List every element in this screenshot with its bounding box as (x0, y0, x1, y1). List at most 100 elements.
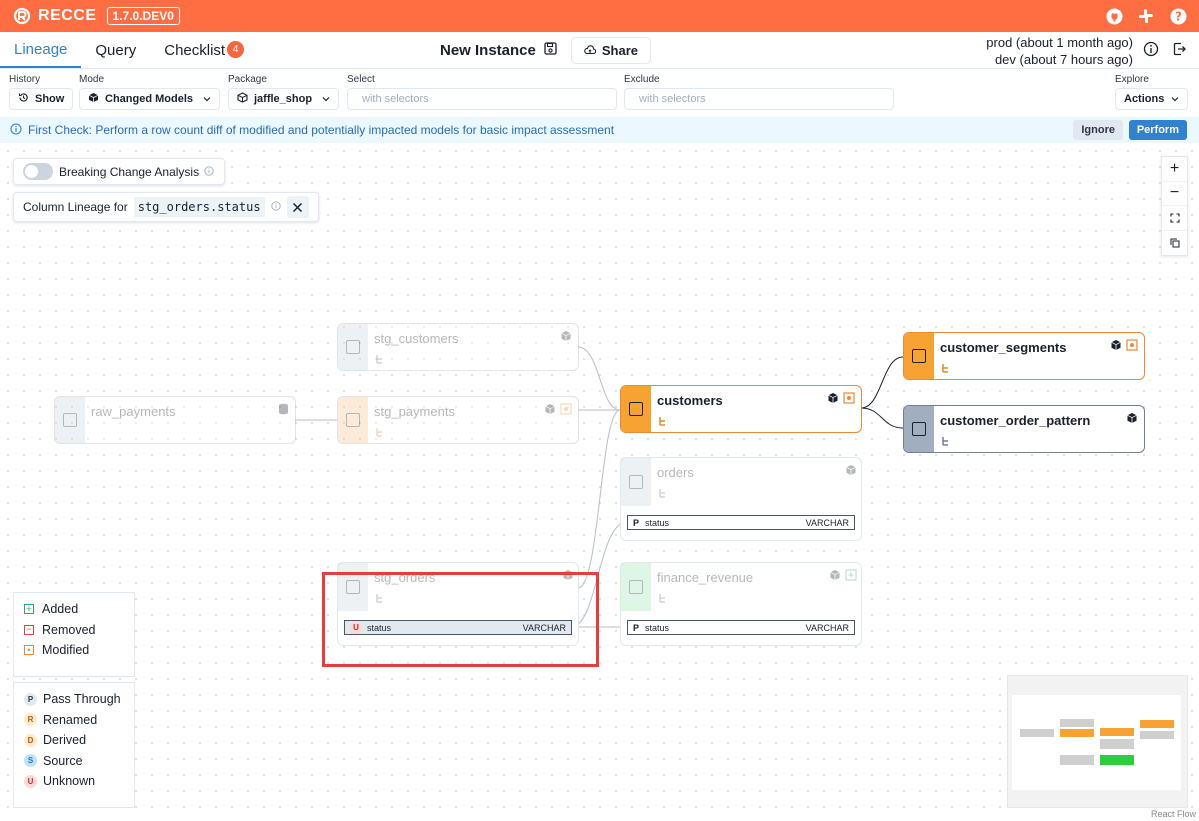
legend-label: Removed (42, 622, 96, 637)
cube-icon (560, 330, 572, 345)
cube-icon (827, 392, 839, 407)
column-type: VARCHAR (805, 622, 849, 633)
node-checkbox[interactable] (629, 475, 643, 489)
column-row[interactable]: P status VARCHAR (627, 620, 855, 635)
minimap-node (1100, 728, 1134, 736)
node-checkbox[interactable] (346, 340, 360, 354)
legend-item-pass-through: P Pass Through (24, 689, 124, 710)
node-stg-payments[interactable]: stg_payments (337, 396, 579, 444)
added-icon (845, 569, 857, 584)
breaking-change-panel: Breaking Change Analysis (13, 158, 225, 185)
node-name: customers (657, 393, 723, 408)
node-strip (338, 324, 368, 370)
node-checkbox[interactable] (629, 580, 643, 594)
node-name: customer_order_pattern (940, 413, 1091, 428)
column-type: VARCHAR (805, 517, 849, 528)
legend-item-renamed: R Renamed (24, 710, 124, 731)
node-icons (829, 569, 857, 584)
node-orders[interactable]: orders P status VARCHAR (620, 457, 862, 541)
minimap-node (1020, 729, 1054, 737)
zoom-controls: + − (1161, 156, 1188, 256)
cube-icon (845, 464, 857, 479)
legend-label: Derived (43, 733, 87, 748)
node-name: stg_customers (374, 331, 459, 346)
minimap-node (1140, 731, 1174, 739)
zoom-out-icon[interactable]: − (1162, 182, 1187, 206)
legend-item-unknown: U Unknown (24, 771, 124, 792)
minimap-viewport (1012, 695, 1181, 790)
legend-item-derived: D Derived (24, 730, 124, 751)
node-customer-segments[interactable]: customer_segments (903, 332, 1145, 380)
column-lineage-panel: Column Lineage for stg_orders.status (13, 192, 319, 222)
minimap-node (1060, 729, 1094, 737)
column-lineage-target: stg_orders.status (133, 197, 265, 217)
node-icons (845, 464, 857, 479)
copy-image-icon[interactable] (1162, 231, 1187, 255)
modified-icon (843, 392, 855, 407)
modified-icon: • (24, 645, 34, 656)
node-checkbox[interactable] (629, 402, 643, 416)
node-checkbox[interactable] (346, 413, 360, 427)
cube-icon (829, 569, 841, 584)
node-customer-order-pattern[interactable]: customer_order_pattern (903, 405, 1145, 453)
lineage-icon (941, 434, 951, 446)
node-checkbox[interactable] (912, 349, 926, 363)
node-checkbox[interactable] (63, 413, 77, 427)
legend-label: Unknown (43, 774, 96, 789)
minimap[interactable] (1007, 675, 1188, 808)
renamed-icon: R (24, 713, 37, 727)
legend-label: Source (43, 753, 83, 768)
info-icon[interactable] (270, 200, 281, 214)
node-name: stg_payments (374, 404, 455, 419)
removed-icon: − (24, 624, 34, 635)
lineage-icon (658, 486, 668, 498)
change-legend: + Added − Removed • Modified (13, 592, 135, 677)
breaking-change-toggle[interactable] (23, 163, 53, 180)
lineage-icon (375, 352, 385, 364)
minimap-node (1060, 719, 1094, 727)
minimap-node (1060, 755, 1094, 765)
minimap-node (1100, 739, 1134, 749)
legend-label: Modified (42, 643, 90, 658)
info-icon[interactable] (204, 165, 214, 179)
node-strip (55, 397, 85, 443)
lineage-icon (658, 591, 668, 603)
legend-item-removed: − Removed (24, 620, 124, 641)
zoom-in-icon[interactable]: + (1162, 157, 1187, 182)
node-raw-payments[interactable]: raw_payments (54, 396, 296, 444)
legend-label: Pass Through (43, 692, 121, 707)
cube-icon (1126, 412, 1138, 427)
column-lineage-label: Column Lineage for (23, 200, 128, 214)
column-row[interactable]: P status VARCHAR (627, 515, 855, 530)
node-stg-customers[interactable]: stg_customers (337, 323, 579, 371)
node-strip (621, 458, 651, 506)
close-column-lineage-button[interactable] (286, 196, 309, 218)
legend-label: Renamed (43, 712, 98, 727)
transformation-legend: P Pass Through R Renamed D Derived S Sou… (13, 682, 135, 808)
unknown-icon: U (24, 774, 37, 788)
lineage-icon (658, 414, 668, 426)
pass-through-icon: P (24, 692, 37, 706)
source-icon: S (24, 754, 37, 768)
node-icons (560, 330, 572, 345)
node-checkbox[interactable] (912, 422, 926, 436)
lineage-icon (941, 361, 951, 373)
legend-item-modified: • Modified (24, 640, 124, 661)
column-name: status (645, 622, 670, 633)
fit-view-icon[interactable] (1162, 206, 1187, 231)
node-name: finance_revenue (657, 570, 754, 585)
cube-icon (1110, 339, 1122, 354)
node-finance-revenue[interactable]: finance_revenue P status VARCHAR (620, 562, 862, 646)
react-flow-attribution[interactable]: React Flow (1151, 809, 1196, 819)
minimap-node (1100, 755, 1134, 765)
node-name: orders (657, 465, 694, 480)
node-icons (278, 403, 289, 418)
node-icons (1126, 412, 1138, 427)
node-icons (544, 403, 572, 418)
node-icons (1110, 339, 1138, 354)
breaking-change-label: Breaking Change Analysis (59, 164, 200, 179)
node-name: customer_segments (940, 340, 1067, 355)
modified-icon (1126, 339, 1138, 354)
node-customers[interactable]: customers (620, 385, 862, 433)
lineage-icon (375, 425, 385, 437)
